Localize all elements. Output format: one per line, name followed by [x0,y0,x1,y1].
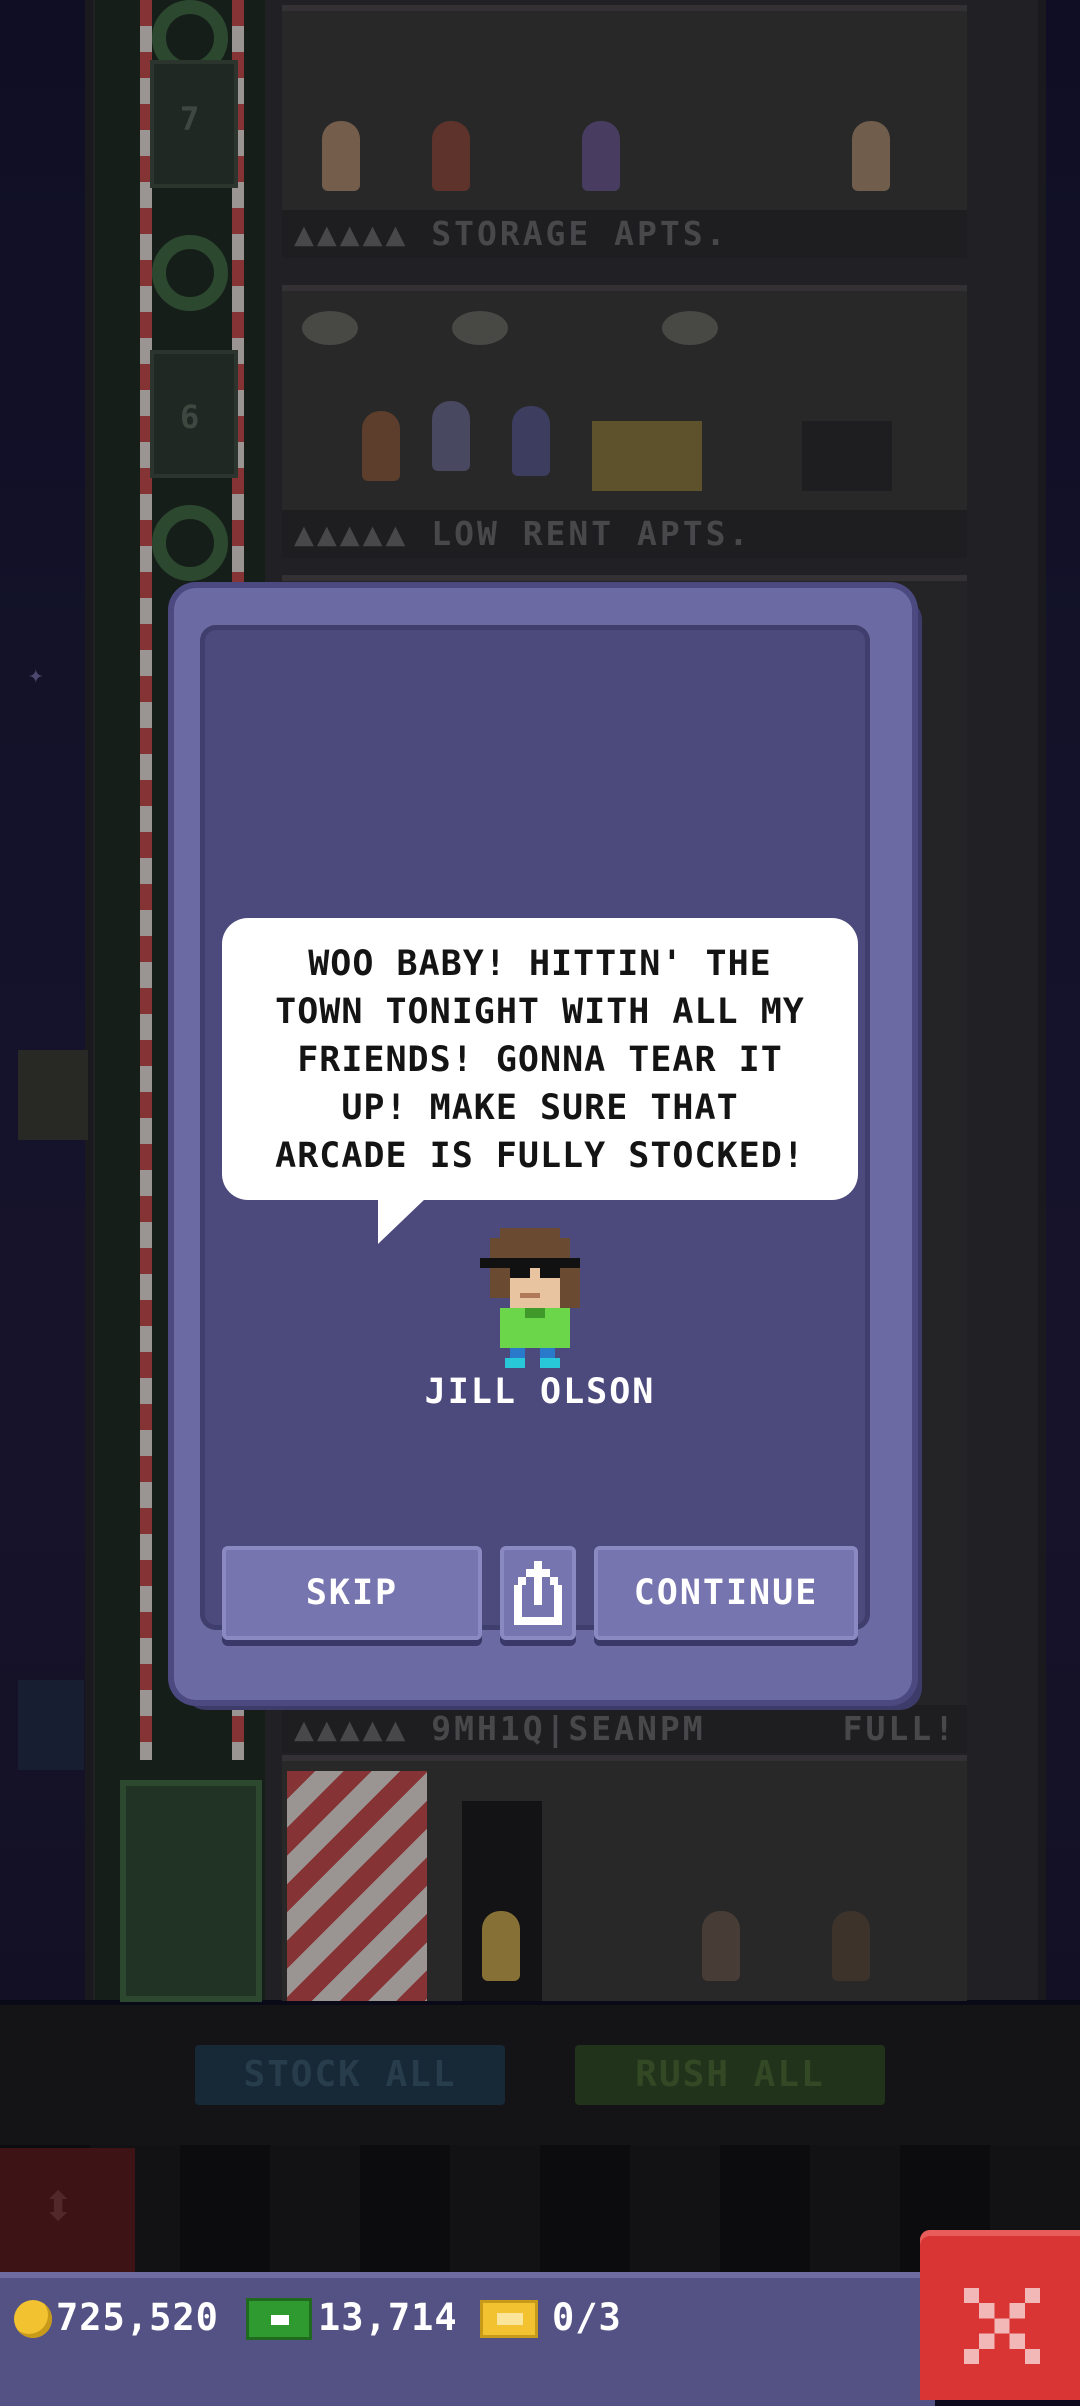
close-button[interactable] [920,2230,1080,2400]
ticket-icon [480,2300,538,2338]
bux-icon [246,2298,312,2340]
character-name: JILL OLSON [424,1372,656,1412]
skip-label: SKIP [305,1573,399,1613]
coins-count: 725,520 [56,2296,219,2339]
character-avatar [480,1228,580,1368]
tickets-count: 0/3 [552,2296,622,2339]
share-icon [514,1561,562,1625]
speech-text: WOO BABY! HITTIN' THE TOWN TONIGHT WITH … [275,944,805,1176]
share-button[interactable] [500,1546,576,1640]
speech-bubble-tail [378,1198,426,1244]
close-icon [964,2288,1040,2364]
coin-icon [14,2300,52,2338]
bux-count: 13,714 [318,2296,458,2339]
speech-bubble: WOO BABY! HITTIN' THE TOWN TONIGHT WITH … [222,918,858,1200]
continue-label: CONTINUE [633,1573,819,1613]
continue-button[interactable]: CONTINUE [594,1546,858,1640]
skip-button[interactable]: SKIP [222,1546,482,1640]
